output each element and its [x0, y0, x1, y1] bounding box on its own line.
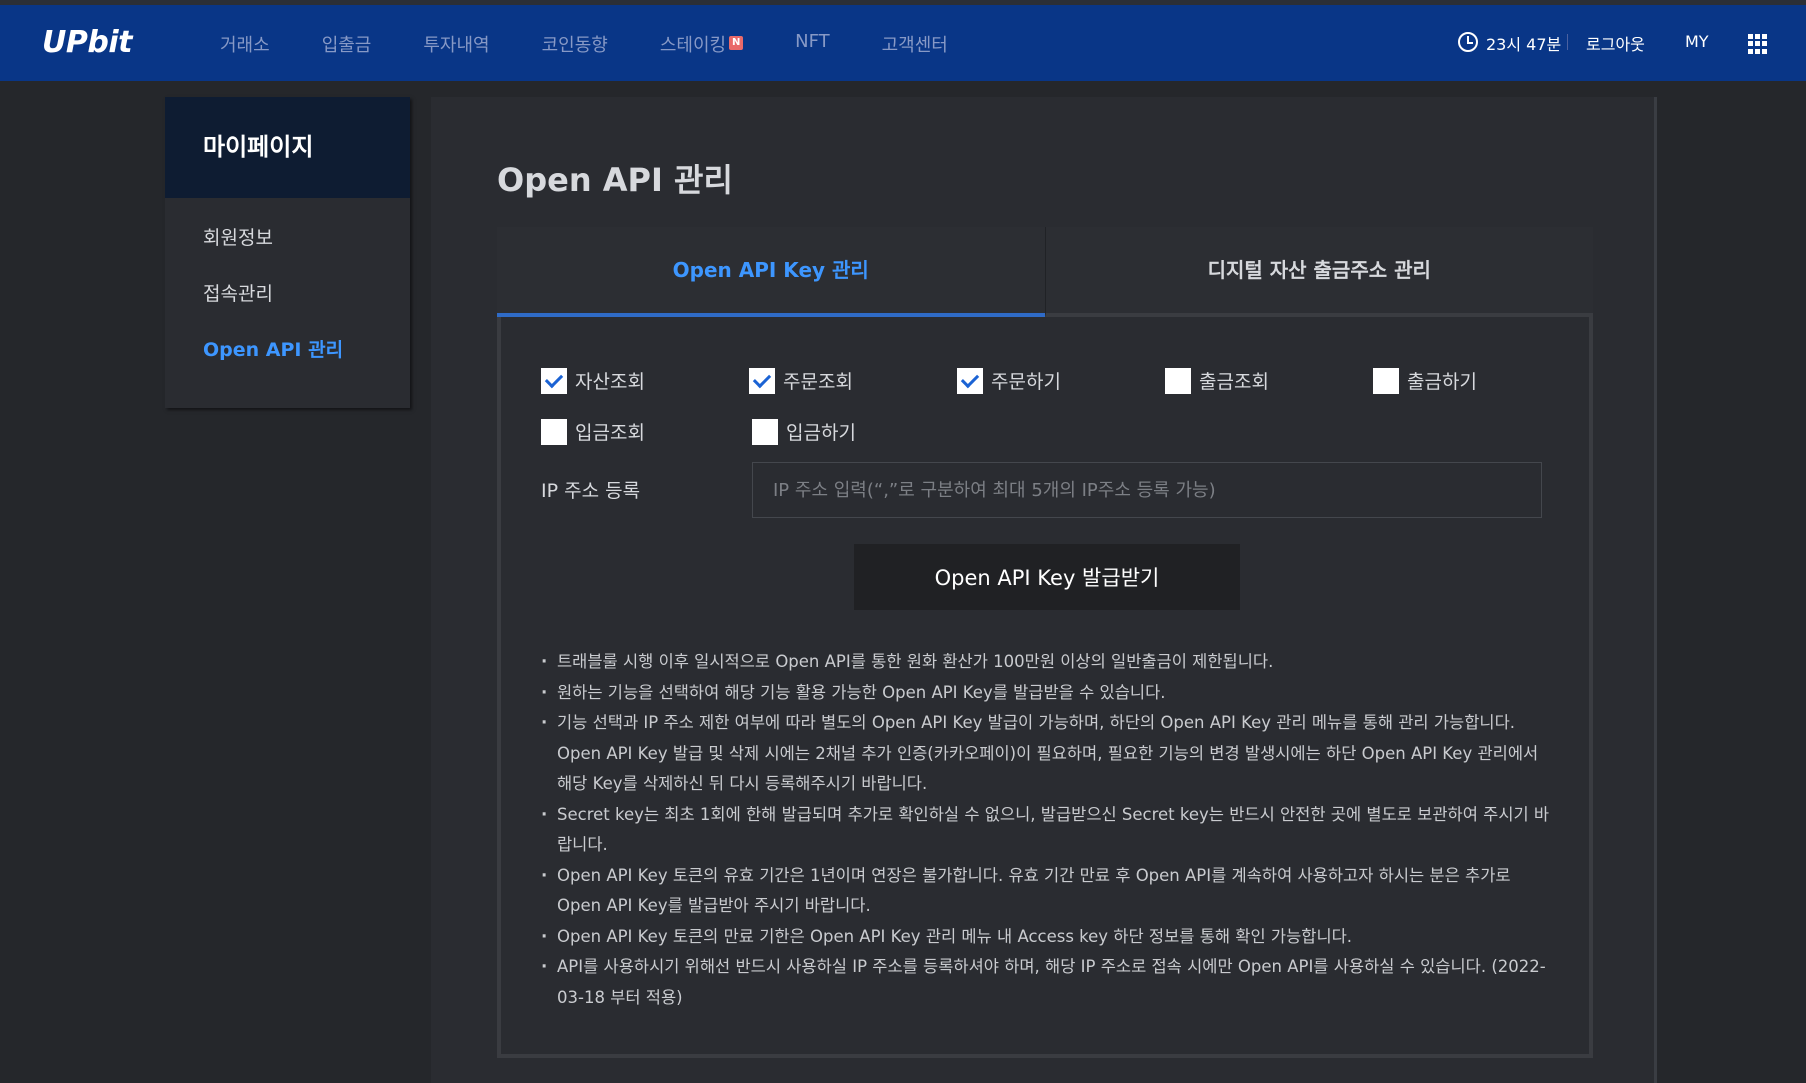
nav-label: 고객센터 [881, 35, 948, 56]
perm-place-order[interactable]: 주문하기 [957, 355, 1165, 406]
nav-exchange[interactable]: 거래소 [220, 31, 270, 57]
checkbox-label: 출금조회 [1199, 371, 1269, 393]
tab-bar: Open API Key 관리 디지털 자산 출금주소 관리 [497, 227, 1593, 317]
nav-customer-center[interactable]: 고객센터 [882, 31, 948, 57]
permission-checkboxes: 자산조회 주문조회 주문하기 출금조회 출금하기 입금조회 입금하기 [541, 355, 1581, 457]
header-divider [1567, 34, 1568, 50]
notice-item: Secret key는 최초 1회에 한해 발급되며 추가로 확인하실 수 없으… [541, 800, 1556, 861]
nav-nft[interactable]: NFT [795, 31, 830, 57]
clock-icon [1458, 32, 1478, 52]
checkbox-unchecked[interactable] [752, 418, 778, 445]
nav-coin-trends[interactable]: 코인동향 [542, 31, 608, 57]
issue-api-key-button[interactable]: Open API Key 발급받기 [854, 544, 1240, 610]
perm-asset-query[interactable]: 자산조회 [541, 355, 749, 406]
app-grid-icon[interactable] [1748, 34, 1768, 54]
nav-label: 거래소 [220, 35, 270, 56]
page-title: Open API 관리 [497, 161, 733, 199]
nav-label: 투자내역 [423, 35, 490, 56]
nav-label: NFT [795, 31, 830, 52]
checkbox-checked[interactable] [957, 367, 983, 394]
perm-deposit[interactable]: 입금하기 [752, 406, 963, 457]
session-time: 23시 47분 [1486, 35, 1562, 54]
tab-open-api-key[interactable]: Open API Key 관리 [497, 227, 1045, 317]
new-badge: N [729, 36, 744, 50]
checkbox-unchecked[interactable] [541, 418, 567, 445]
checkbox-label: 자산조회 [575, 371, 645, 393]
perm-withdraw[interactable]: 출금하기 [1373, 355, 1581, 406]
sidebar-item-access-management[interactable]: 접속관리 [165, 266, 410, 322]
perm-withdraw-query[interactable]: 출금조회 [1165, 355, 1373, 406]
upbit-logo[interactable]: UPbit [42, 25, 132, 60]
tab-withdraw-address[interactable]: 디지털 자산 출금주소 관리 [1044, 227, 1593, 317]
notice-list: 트래블룰 시행 이후 일시적으로 Open API를 통한 원화 환산가 100… [541, 647, 1556, 1013]
checkbox-label: 출금하기 [1407, 371, 1477, 393]
sidebar-item-member-info[interactable]: 회원정보 [165, 210, 410, 266]
nav-staking[interactable]: 스테이킹 N [659, 31, 744, 57]
notice-item: 기능 선택과 IP 주소 제한 여부에 따라 별도의 Open API Key … [541, 708, 1556, 800]
perm-deposit-query[interactable]: 입금조회 [541, 406, 752, 457]
main-content: Open API 관리 Open API Key 관리 디지털 자산 출금주소 … [431, 97, 1657, 1083]
logout-button[interactable]: 로그아웃 [1586, 31, 1645, 55]
notice-item: 트래블룰 시행 이후 일시적으로 Open API를 통한 원화 환산가 100… [541, 647, 1556, 678]
api-key-panel: 자산조회 주문조회 주문하기 출금조회 출금하기 입금조회 입금하기 IP 주소… [497, 317, 1593, 1058]
checkbox-label: 입금조회 [575, 422, 645, 444]
ip-register-label: IP 주소 등록 [541, 480, 641, 502]
checkbox-checked[interactable] [541, 367, 567, 394]
perm-order-query[interactable]: 주문조회 [749, 355, 957, 406]
nav-investments[interactable]: 투자내역 [423, 31, 489, 57]
nav-label: 스테이킹 [659, 35, 727, 56]
checkbox-checked[interactable] [749, 367, 775, 394]
main-nav: 거래소 입출금 투자내역 코인동향 스테이킹 N NFT 고객센터 [220, 31, 1000, 57]
nav-label: 코인동향 [541, 35, 608, 56]
notice-item: API를 사용하시기 위해선 반드시 사용하실 IP 주소를 등록하셔야 하며,… [541, 952, 1556, 1013]
sidebar-item-open-api[interactable]: Open API 관리 [165, 322, 410, 378]
checkbox-label: 주문조회 [783, 371, 853, 393]
notice-item: Open API Key 토큰의 만료 기한은 Open API Key 관리 … [541, 922, 1556, 953]
sidebar-title: 마이페이지 [165, 97, 410, 198]
checkbox-unchecked[interactable] [1165, 367, 1191, 394]
nav-label: 입출금 [321, 35, 372, 56]
my-button[interactable]: MY [1685, 32, 1709, 51]
notice-item: 원하는 기능을 선택하여 해당 기능 활용 가능한 Open API Key를 … [541, 678, 1556, 709]
sidebar: 마이페이지 회원정보 접속관리 Open API 관리 [165, 97, 410, 408]
checkbox-label: 주문하기 [991, 371, 1061, 393]
checkbox-label: 입금하기 [786, 422, 856, 444]
notice-item: Open API Key 토큰의 유효 기간은 1년이며 연장은 불가합니다. … [541, 861, 1556, 922]
nav-deposit-withdraw[interactable]: 입출금 [322, 31, 372, 57]
ip-address-input[interactable] [752, 462, 1542, 518]
checkbox-unchecked[interactable] [1373, 367, 1399, 394]
